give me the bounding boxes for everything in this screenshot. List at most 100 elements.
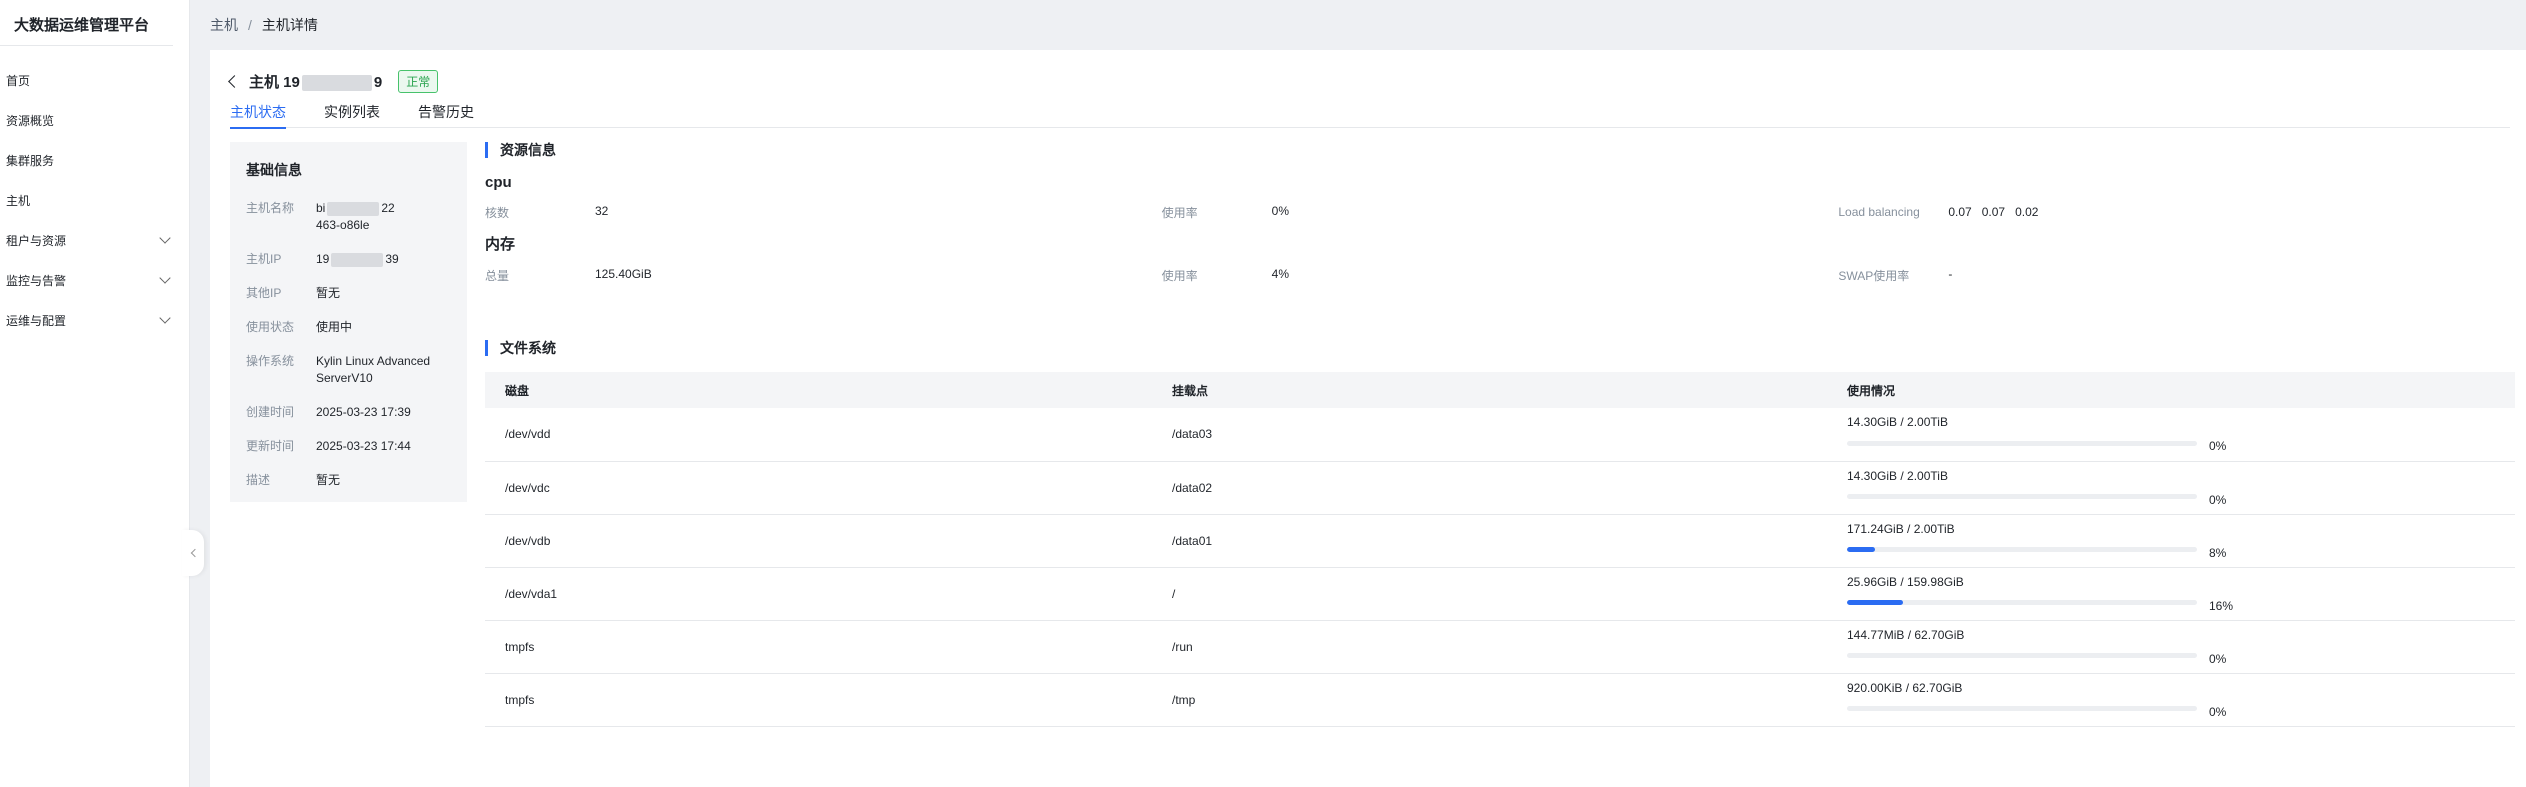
cpu-usage-value: 0% bbox=[1271, 203, 1290, 218]
disk-cell: tmpfs bbox=[485, 620, 1152, 674]
sidebar-item-ops-config[interactable]: 运维与配置 bbox=[0, 300, 189, 340]
filesystem-section: 文件系统 磁盘 挂载点 使用情况 /dev/vdd/data03 14.30GiB… bbox=[485, 340, 2515, 727]
load-1: 0.07 bbox=[1948, 205, 1972, 219]
usage-bar-wrap: 0% bbox=[1847, 699, 2515, 719]
usage-cell: 14.30GiB / 2.00TiB 0% bbox=[1827, 408, 2515, 462]
usage-cell: 920.00KiB / 62.70GiB 0% bbox=[1827, 673, 2515, 727]
back-icon[interactable] bbox=[228, 75, 241, 88]
redacted-mask bbox=[301, 75, 372, 92]
sidebar-item-host[interactable]: 主机 bbox=[0, 180, 189, 220]
mount-cell: /data03 bbox=[1152, 408, 1827, 462]
cpu-cores-label: 核数 bbox=[485, 205, 510, 220]
page-header: 主机 19 9 正常 bbox=[228, 70, 439, 93]
usage-cell: 144.77MiB / 62.70GiB 0% bbox=[1827, 620, 2515, 674]
sidebar-item-tenant-resource[interactable]: 租户与资源 bbox=[0, 220, 189, 260]
memory-total-value: 125.40GiB bbox=[595, 266, 652, 281]
mount-cell: / bbox=[1152, 567, 1827, 621]
col-header-disk: 磁盘 bbox=[485, 372, 1152, 408]
usage-percent: 8% bbox=[2209, 545, 2227, 560]
disk-cell: /dev/vda1 bbox=[485, 567, 1152, 621]
filesystem-table: 磁盘 挂载点 使用情况 /dev/vdd/data03 14.30GiB / 2.… bbox=[485, 372, 2515, 727]
sidebar-item-home[interactable]: 首页 bbox=[0, 60, 189, 100]
swap-usage-value: - bbox=[1948, 266, 1953, 281]
hostname-part: 463-o86le bbox=[316, 218, 370, 232]
usage-text: 14.30GiB / 2.00TiB bbox=[1847, 468, 1948, 483]
memory-total-label: 总量 bbox=[485, 268, 510, 283]
page-title: 主机 19 9 bbox=[249, 71, 382, 92]
usage-percent: 0% bbox=[2209, 651, 2227, 666]
field-label: 主机IP bbox=[246, 252, 282, 266]
chevron-down-icon bbox=[159, 232, 171, 244]
filesystem-table-body: /dev/vdd/data03 14.30GiB / 2.00TiB 0%/dev/… bbox=[485, 408, 2515, 727]
status-badge: 正常 bbox=[398, 70, 439, 93]
main-content: 主机 19 9 正常 主机状态 实例列表 告警历史 基础信息 主机名称 bi 22 … bbox=[210, 50, 2526, 787]
usage-progress-bar bbox=[1847, 706, 2197, 711]
tab-host-status[interactable]: 主机状态 bbox=[230, 100, 286, 129]
usage-percent: 0% bbox=[2209, 492, 2227, 507]
mount-cell: /tmp bbox=[1152, 673, 1827, 727]
field-value: 暂无 bbox=[316, 286, 341, 300]
usage-bar-wrap: 0% bbox=[1847, 646, 2515, 666]
sidebar-nav: 首页 资源概览 集群服务 主机 租户与资源 监控与告警 运维与配置 bbox=[0, 46, 189, 340]
memory-usage-label: 使用率 bbox=[1161, 268, 1198, 283]
field-label: 更新时间 bbox=[246, 439, 295, 453]
table-row: tmpfs/tmp 920.00KiB / 62.70GiB 0% bbox=[485, 673, 2515, 727]
usage-bar-wrap: 0% bbox=[1847, 433, 2515, 453]
field-value: 2025-03-23 17:44 bbox=[316, 439, 411, 453]
field-use-status: 使用状态 使用中 bbox=[246, 319, 451, 336]
table-header-row: 磁盘 挂载点 使用情况 bbox=[485, 372, 2515, 408]
redacted-mask bbox=[331, 252, 384, 267]
tab-instance-list[interactable]: 实例列表 bbox=[324, 100, 380, 128]
hostname-part: bi bbox=[316, 201, 326, 215]
field-value: 19 39 bbox=[316, 251, 399, 268]
usage-text: 14.30GiB / 2.00TiB bbox=[1847, 415, 1948, 430]
field-value: 2025-03-23 17:39 bbox=[316, 405, 411, 419]
field-label: 创建时间 bbox=[246, 405, 295, 419]
usage-progress-bar bbox=[1847, 494, 2197, 499]
host-title-prefix: 主机 19 bbox=[249, 74, 300, 91]
disk-cell: /dev/vdb bbox=[485, 514, 1152, 568]
hostname-part: 22 bbox=[381, 201, 395, 215]
chevron-left-icon bbox=[190, 548, 199, 558]
sidebar-collapse-button[interactable] bbox=[182, 530, 204, 576]
sidebar: 大数据运维管理平台 首页 资源概览 集群服务 主机 租户与资源 监控与告警 运维… bbox=[0, 0, 190, 787]
col-header-usage: 使用情况 bbox=[1827, 372, 2515, 408]
usage-text: 171.24GiB / 2.00TiB bbox=[1847, 521, 1955, 536]
tab-bar: 主机状态 实例列表 告警历史 bbox=[230, 100, 2510, 129]
field-label: 描述 bbox=[246, 473, 271, 487]
field-value: Kylin Linux Advanced ServerV10 bbox=[316, 354, 431, 385]
sidebar-item-label: 租户与资源 bbox=[6, 233, 67, 248]
field-other-ip: 其他IP 暂无 bbox=[246, 285, 451, 302]
usage-percent: 0% bbox=[2209, 439, 2227, 454]
usage-bar-wrap: 16% bbox=[1847, 593, 2515, 613]
tab-alert-history[interactable]: 告警历史 bbox=[418, 100, 474, 128]
usage-text: 25.96GiB / 159.98GiB bbox=[1847, 574, 1964, 589]
swap-usage-label: SWAP使用率 bbox=[1838, 268, 1910, 283]
sidebar-item-monitor-alert[interactable]: 监控与告警 bbox=[0, 260, 189, 300]
basic-info-panel: 基础信息 主机名称 bi 22 463-o86le 主机IP 19 39 其他IP … bbox=[230, 142, 467, 502]
disk-cell: tmpfs bbox=[485, 673, 1152, 727]
ip-part: 39 bbox=[385, 252, 399, 266]
usage-cell: 171.24GiB / 2.00TiB 8% bbox=[1827, 514, 2515, 568]
field-label: 使用状态 bbox=[246, 320, 295, 334]
sidebar-item-resource-overview[interactable]: 资源概览 bbox=[0, 100, 189, 140]
mount-cell: /run bbox=[1152, 620, 1827, 674]
breadcrumb-parent[interactable]: 主机 bbox=[210, 15, 238, 35]
sidebar-item-label: 运维与配置 bbox=[6, 313, 67, 328]
field-updated: 更新时间 2025-03-23 17:44 bbox=[246, 438, 451, 455]
ip-part: 19 bbox=[316, 252, 330, 266]
usage-progress-bar bbox=[1847, 653, 2197, 658]
usage-cell: 25.96GiB / 159.98GiB 16% bbox=[1827, 567, 2515, 621]
memory-title: 内存 bbox=[485, 236, 516, 253]
usage-progress-bar bbox=[1847, 600, 2197, 605]
field-os: 操作系统 Kylin Linux Advanced ServerV10 bbox=[246, 353, 451, 387]
usage-progress-fill bbox=[1847, 547, 1875, 552]
redacted-mask bbox=[327, 201, 380, 216]
usage-progress-bar bbox=[1847, 547, 2197, 552]
section-title: 文件系统 bbox=[485, 340, 2515, 356]
cpu-row: 核数 32 使用率 0% Load balancing 0.07 0.07 0.02 bbox=[485, 201, 2515, 223]
field-label: 主机名称 bbox=[246, 201, 295, 215]
table-row: tmpfs/run 144.77MiB / 62.70GiB 0% bbox=[485, 620, 2515, 674]
disk-cell: /dev/vdc bbox=[485, 461, 1152, 515]
sidebar-item-cluster-service[interactable]: 集群服务 bbox=[0, 140, 189, 180]
